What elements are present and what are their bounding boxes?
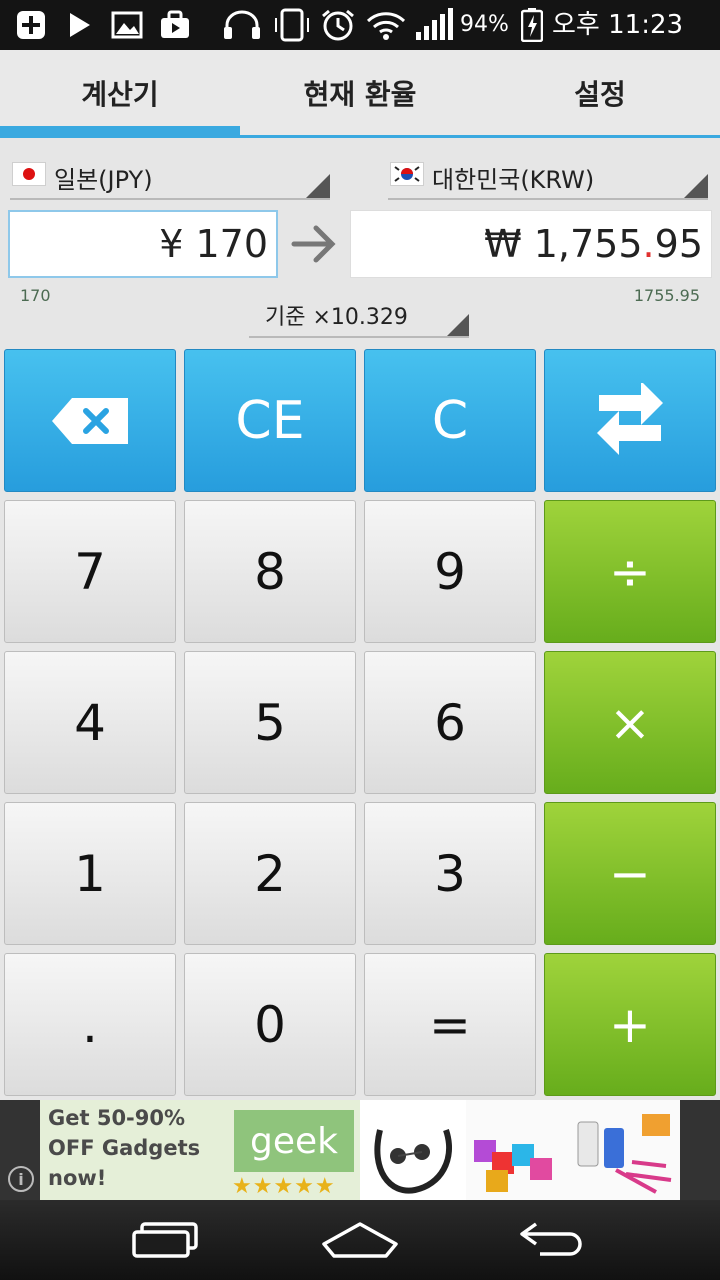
headset-icon (222, 9, 262, 41)
wifi-icon (364, 9, 408, 41)
key-4[interactable]: 4 (4, 651, 176, 794)
rate-label: 기준 ×10.329 (265, 305, 408, 330)
image-icon (110, 9, 144, 41)
back-button[interactable] (503, 1214, 603, 1266)
clock: 오후 11:23 (552, 10, 684, 40)
headphones-product-image (360, 1100, 466, 1200)
key-9[interactable]: 9 (364, 500, 536, 643)
dropdown-triangle-icon (306, 174, 330, 198)
from-currency-select[interactable]: 일본(JPY) (10, 152, 330, 200)
info-icon[interactable]: i (8, 1166, 34, 1192)
status-bar: 94% 오후 11:23 (0, 0, 720, 50)
battery-icon (520, 8, 544, 42)
swap-currency-button[interactable] (544, 349, 716, 492)
bag-icon (158, 9, 192, 41)
to-amount-integer: ₩ 1,755 (484, 222, 643, 266)
tab-calculator[interactable]: 계산기 (0, 50, 240, 135)
dropdown-triangle-icon (447, 314, 469, 336)
rate-base-select[interactable]: 기준 ×10.329 (249, 294, 469, 338)
decimal-point-button[interactable]: . (4, 953, 176, 1096)
backspace-button[interactable] (4, 349, 176, 492)
key-7[interactable]: 7 (4, 500, 176, 643)
home-button[interactable] (310, 1214, 410, 1266)
recent-apps-icon (132, 1222, 198, 1258)
add-icon (14, 9, 48, 41)
key-0[interactable]: 0 (184, 953, 356, 1096)
to-currency-select[interactable]: 대한민국(KRW) (388, 152, 708, 200)
to-currency-label: 대한민국(KRW) (432, 166, 595, 194)
from-raw-value: 170 (20, 286, 51, 305)
divide-button[interactable]: ÷ (544, 500, 716, 643)
dropdown-triangle-icon (684, 174, 708, 198)
from-amount-input[interactable]: ¥ 170 (8, 210, 278, 278)
clear-entry-button[interactable]: CE (184, 349, 356, 492)
recent-apps-button[interactable] (115, 1214, 215, 1266)
from-currency-label: 일본(JPY) (54, 166, 153, 194)
alarm-icon (318, 9, 358, 41)
navigation-bar (0, 1200, 720, 1280)
from-amount-value: ¥ 170 (159, 222, 268, 266)
arrow-right-icon (288, 218, 340, 270)
ad-banner[interactable]: i Get 50-90% OFF Gadgets now! geek ★★★★★ (0, 1100, 720, 1200)
key-6[interactable]: 6 (364, 651, 536, 794)
key-5[interactable]: 5 (184, 651, 356, 794)
battery-percent: 94% (460, 12, 509, 37)
to-amount-display: ₩ 1,755. 95 (350, 210, 712, 278)
back-icon (520, 1222, 582, 1256)
tab-current-rates[interactable]: 현재 환율 (240, 50, 480, 135)
swap-icon (597, 382, 663, 455)
home-icon (322, 1222, 398, 1258)
rating-stars-icon: ★★★★★ (232, 1174, 336, 1199)
play-icon (64, 9, 94, 41)
key-2[interactable]: 2 (184, 802, 356, 945)
backspace-icon (52, 397, 128, 444)
plus-button[interactable]: + (544, 953, 716, 1096)
vibrate-icon (272, 8, 312, 42)
ad-line-1: Get 50-90% (48, 1106, 186, 1130)
equals-button[interactable]: = (364, 953, 536, 1096)
key-3[interactable]: 3 (364, 802, 536, 945)
to-raw-value: 1755.95 (633, 286, 700, 305)
to-amount-decimal: 95 (654, 222, 703, 266)
key-1[interactable]: 1 (4, 802, 176, 945)
key-8[interactable]: 8 (184, 500, 356, 643)
tab-settings[interactable]: 설정 (480, 50, 720, 135)
active-tab-indicator (0, 126, 240, 135)
decimal-dot: . (642, 222, 655, 266)
minus-button[interactable]: − (544, 802, 716, 945)
signal-icon (414, 8, 454, 41)
ad-brand-logo: geek (234, 1110, 354, 1172)
korea-flag-icon (390, 162, 424, 186)
clear-button[interactable]: C (364, 349, 536, 492)
ad-line-2: OFF Gadgets (48, 1136, 201, 1160)
ad-line-3: now! (48, 1166, 107, 1190)
multiply-button[interactable]: × (544, 651, 716, 794)
tab-bar: 계산기 현재 환율 설정 (0, 50, 720, 138)
gadgets-product-image (466, 1100, 680, 1200)
japan-flag-icon (12, 162, 46, 186)
